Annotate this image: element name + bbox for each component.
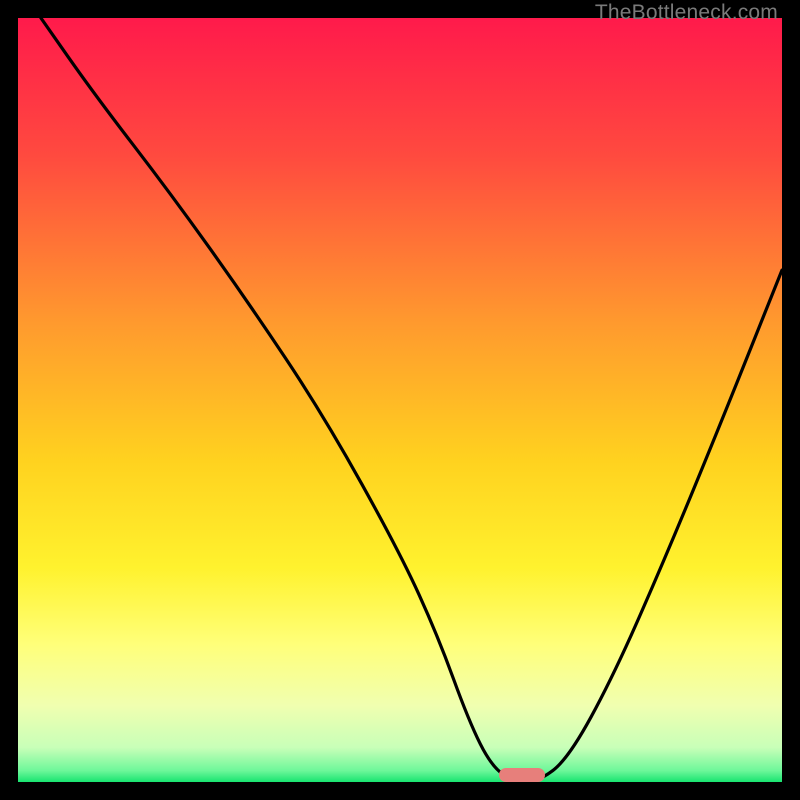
watermark-text: TheBottleneck.com <box>595 1 778 25</box>
bottleneck-curve <box>18 18 782 782</box>
optimal-range-marker <box>499 768 545 782</box>
plot-area <box>18 18 782 782</box>
chart-frame: TheBottleneck.com <box>0 0 800 800</box>
